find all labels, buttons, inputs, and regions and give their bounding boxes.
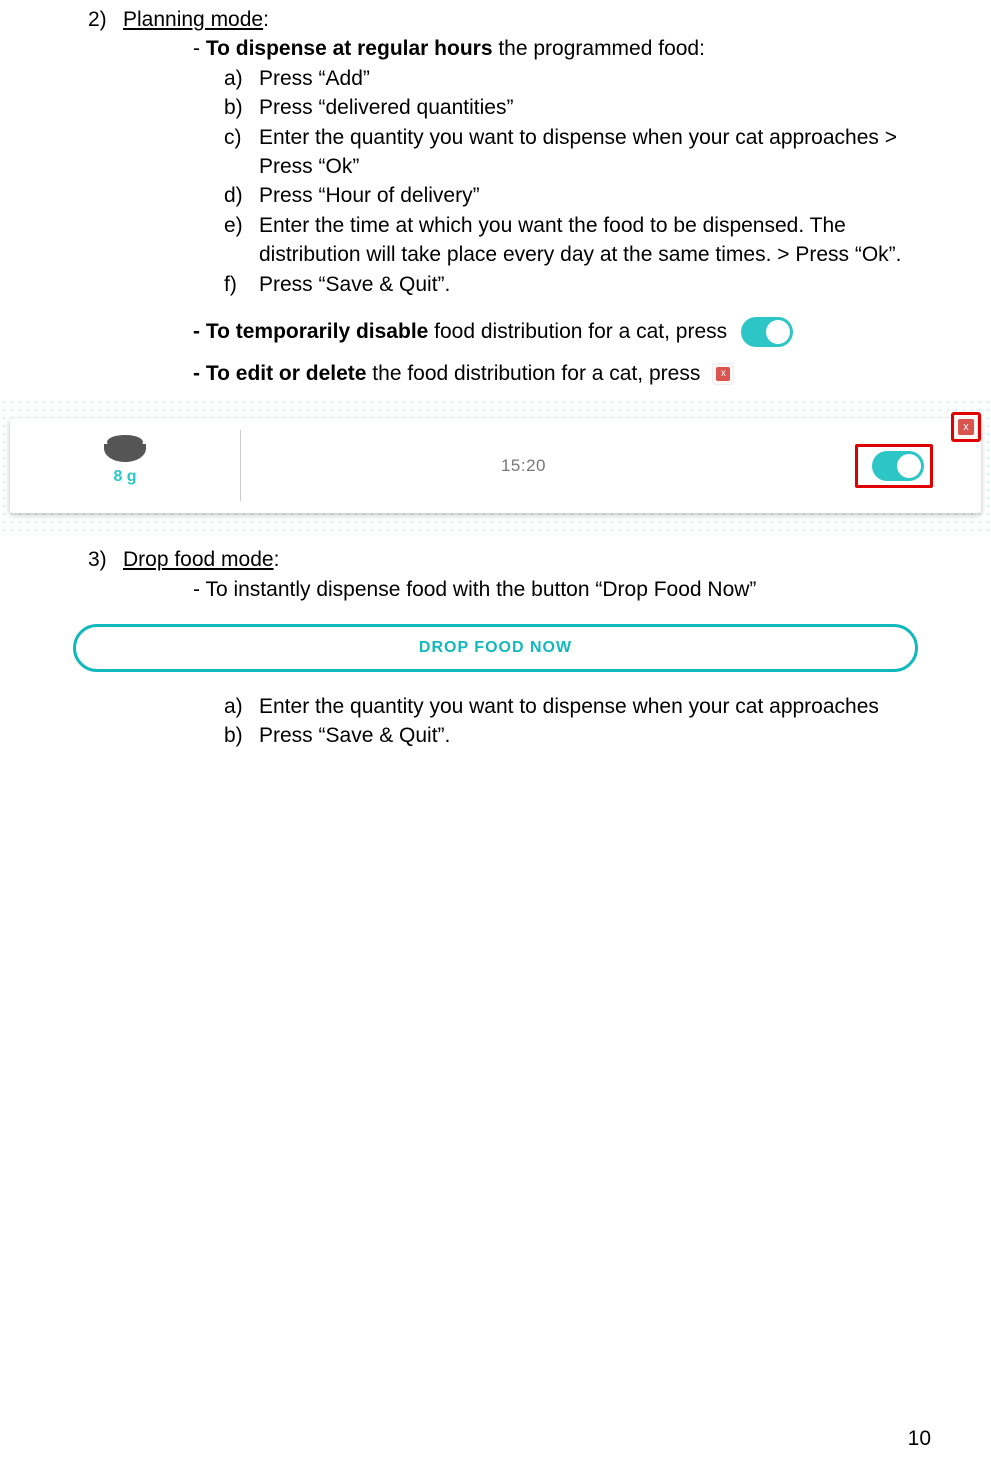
section-2-intro-bold: To dispense at regular hours	[206, 37, 493, 60]
step-text: Press “Save & Quit”.	[259, 270, 903, 299]
edit-rest: the food distribution for a cat, press	[366, 362, 700, 385]
section-3-heading: 3) Drop food mode:	[88, 545, 903, 574]
card-delete-button[interactable]: x	[951, 412, 981, 442]
toggle-icon[interactable]	[872, 451, 924, 481]
step-text: Press “Save & Quit”.	[259, 721, 903, 750]
close-icon: x	[958, 419, 974, 435]
card-quantity-column: 8 g	[10, 418, 240, 513]
step-text: Enter the time at which you want the foo…	[259, 211, 903, 270]
step-letter: d)	[224, 181, 259, 210]
list-item: b)Press “Save & Quit”.	[224, 721, 903, 750]
step-letter: a)	[224, 692, 259, 721]
drop-food-now-label: DROP FOOD NOW	[419, 637, 572, 659]
drop-food-now-button[interactable]: DROP FOOD NOW	[73, 624, 918, 672]
disable-rest: food distribution for a cat, press	[428, 320, 727, 343]
x-glyph: x	[716, 367, 730, 381]
section-2-number: 2)	[88, 5, 123, 34]
step-text: Enter the quantity you want to dispense …	[259, 123, 903, 182]
section-3-title: Drop food mode	[123, 548, 274, 571]
list-item: f)Press “Save & Quit”.	[224, 270, 903, 299]
disable-line: - To temporarily disable food distributi…	[193, 317, 903, 347]
list-item: a)Enter the quantity you want to dispens…	[224, 692, 903, 721]
section-2-steps: a)Press “Add” b)Press “delivered quantit…	[224, 64, 903, 299]
disable-lead: - To temporarily disable	[193, 320, 428, 343]
section-2-intro-rest: the programmed food:	[493, 37, 705, 60]
toggle-icon	[741, 317, 793, 347]
highlight-box	[855, 444, 933, 488]
section-2-intro: - To dispense at regular hours the progr…	[193, 34, 903, 63]
bowl-icon	[104, 444, 146, 462]
schedule-card: 8 g 15:20 x	[10, 418, 981, 513]
step-text: Enter the quantity you want to dispense …	[259, 692, 903, 721]
card-time: 15:20	[241, 418, 806, 513]
section-2-heading: 2) Planning mode:	[88, 5, 903, 34]
step-letter: b)	[224, 721, 259, 750]
schedule-card-screenshot: 8 g 15:20 x	[0, 398, 991, 531]
step-text: Press “Hour of delivery”	[259, 181, 903, 210]
list-item: b)Press “delivered quantities”	[224, 93, 903, 122]
edit-line: - To edit or delete the food distributio…	[193, 359, 903, 388]
delete-icon: x	[712, 363, 734, 385]
section-3-number: 3)	[88, 545, 123, 574]
edit-lead: - To edit or delete	[193, 362, 366, 385]
step-letter: f)	[224, 270, 259, 299]
step-letter: c)	[224, 123, 259, 182]
page-number: 10	[908, 1424, 931, 1453]
step-letter: b)	[224, 93, 259, 122]
list-item: a)Press “Add”	[224, 64, 903, 93]
dash: -	[193, 37, 206, 60]
step-letter: e)	[224, 211, 259, 270]
section-3-steps: a)Enter the quantity you want to dispens…	[224, 692, 903, 751]
step-text: Press “delivered quantities”	[259, 93, 903, 122]
card-grams: 8 g	[113, 466, 136, 488]
step-text: Press “Add”	[259, 64, 903, 93]
list-item: d)Press “Hour of delivery”	[224, 181, 903, 210]
section-2-title: Planning mode	[123, 8, 263, 31]
section-3-intro: - To instantly dispense food with the bu…	[193, 575, 903, 604]
step-letter: a)	[224, 64, 259, 93]
list-item: e)Enter the time at which you want the f…	[224, 211, 903, 270]
list-item: c)Enter the quantity you want to dispens…	[224, 123, 903, 182]
